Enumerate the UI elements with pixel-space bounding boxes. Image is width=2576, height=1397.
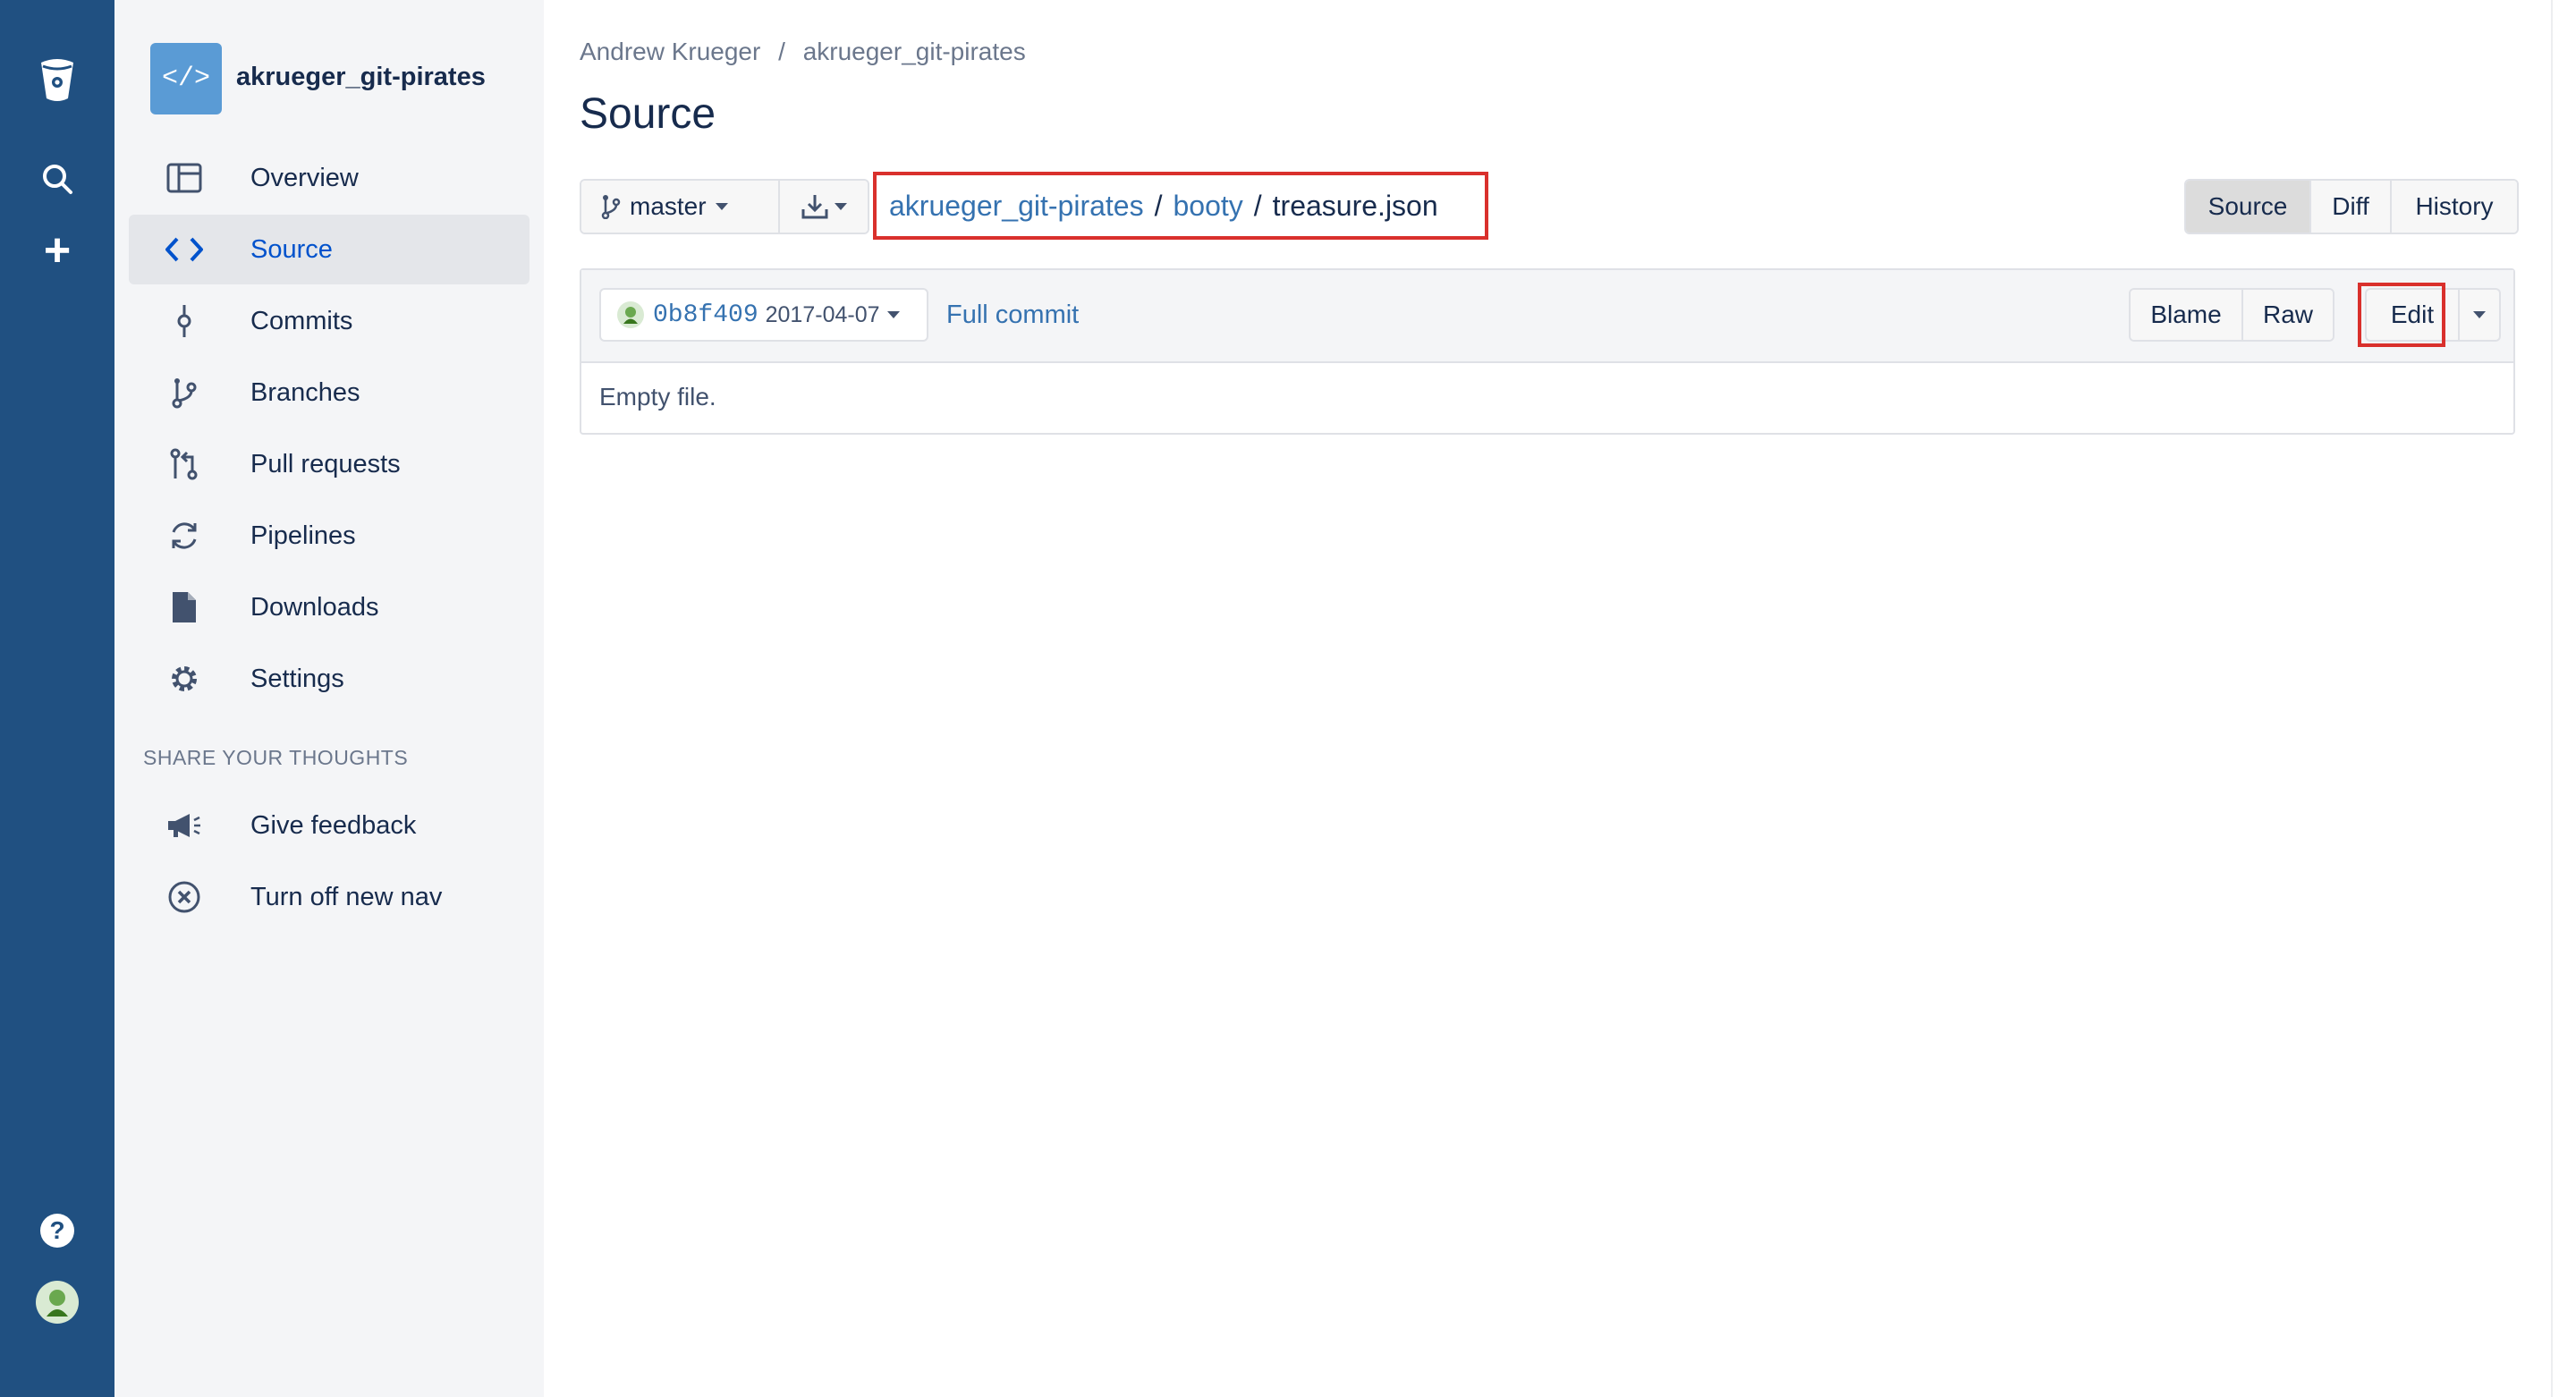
help-glyph: ? bbox=[49, 1216, 65, 1244]
main-content: Andrew Krueger / akrueger_git-pirates So… bbox=[544, 0, 2576, 1397]
breadcrumb-repo[interactable]: akrueger_git-pirates bbox=[803, 38, 1026, 65]
chevron-down-icon bbox=[2473, 311, 2486, 318]
user-avatar-icon[interactable] bbox=[30, 1275, 84, 1329]
tab-diff[interactable]: Diff bbox=[2311, 181, 2392, 233]
page-title: Source bbox=[580, 90, 716, 138]
bitbucket-logo-icon[interactable] bbox=[30, 54, 84, 107]
breadcrumb-owner[interactable]: Andrew Krueger bbox=[580, 38, 760, 65]
edit-options-dropdown[interactable] bbox=[2460, 288, 2501, 342]
breadcrumb-separator: / bbox=[778, 38, 785, 65]
file-actions-group: Blame Raw bbox=[2129, 288, 2334, 342]
sidebar-item-label: Pull requests bbox=[250, 449, 401, 478]
path-separator: / bbox=[1154, 189, 1163, 222]
pipelines-icon bbox=[165, 516, 204, 555]
branch-icon bbox=[601, 194, 621, 219]
source-code-icon bbox=[165, 230, 204, 269]
sidebar-item-pull-requests[interactable]: Pull requests bbox=[129, 429, 530, 499]
create-plus-icon[interactable]: + bbox=[30, 224, 84, 277]
author-avatar bbox=[617, 301, 644, 328]
commit-selector[interactable]: 0b8f409 2017-04-07 bbox=[599, 288, 928, 342]
sidebar-item-label: Settings bbox=[250, 664, 344, 693]
sidebar-item-overview[interactable]: Overview bbox=[129, 143, 530, 213]
breadcrumb: Andrew Krueger / akrueger_git-pirates bbox=[580, 38, 1037, 66]
sidebar-item-label: Source bbox=[250, 234, 333, 264]
plus-glyph: + bbox=[43, 224, 72, 276]
sidebar-item-label: Downloads bbox=[250, 592, 379, 622]
raw-button[interactable]: Raw bbox=[2243, 290, 2333, 340]
sidebar-item-label: Overview bbox=[250, 163, 359, 192]
sidebar-item-label: Give feedback bbox=[250, 810, 417, 840]
section-header: SHARE YOUR THOUGHTS bbox=[143, 746, 409, 769]
view-mode-toggle: Source Diff History bbox=[2184, 179, 2519, 234]
branch-label: master bbox=[630, 192, 707, 220]
gear-icon bbox=[165, 659, 204, 698]
commit-date: 2017-04-07 bbox=[765, 301, 880, 327]
sidebar-item-source[interactable]: Source bbox=[129, 215, 530, 284]
file-content-message: Empty file. bbox=[599, 383, 716, 411]
repo-name[interactable]: akrueger_git-pirates bbox=[236, 63, 486, 92]
blame-button[interactable]: Blame bbox=[2131, 290, 2243, 340]
branch-toolbar: master bbox=[580, 179, 869, 234]
sidebar-item-branches[interactable]: Branches bbox=[129, 358, 530, 428]
chevron-down-icon bbox=[715, 203, 728, 210]
file-panel-header: 0b8f409 2017-04-07 Full commit Blame Raw… bbox=[581, 270, 2513, 363]
search-icon[interactable] bbox=[30, 152, 84, 206]
file-path-breadcrumb: akrueger_git-pirates / booty / treasure.… bbox=[873, 172, 1488, 240]
pull-request-icon bbox=[165, 444, 204, 484]
chevron-down-icon bbox=[886, 311, 900, 318]
tab-source[interactable]: Source bbox=[2186, 181, 2311, 233]
sidebar-item-commits[interactable]: Commits bbox=[129, 286, 530, 356]
edit-highlight bbox=[2358, 283, 2445, 347]
path-separator: / bbox=[1253, 189, 1262, 222]
file-panel: 0b8f409 2017-04-07 Full commit Blame Raw… bbox=[580, 268, 2515, 435]
sidebar-item-turn-off-new-nav[interactable]: Turn off new nav bbox=[129, 862, 530, 932]
commit-hash: 0b8f409 bbox=[653, 301, 758, 329]
branch-icon bbox=[165, 373, 204, 412]
megaphone-icon bbox=[165, 806, 204, 845]
sidebar-item-settings[interactable]: Settings bbox=[129, 644, 530, 714]
tab-history[interactable]: History bbox=[2392, 181, 2517, 233]
full-commit-link[interactable]: Full commit bbox=[946, 301, 1079, 330]
sidebar-item-label: Turn off new nav bbox=[250, 882, 443, 911]
path-segment-repo[interactable]: akrueger_git-pirates bbox=[889, 190, 1144, 223]
overview-icon bbox=[165, 158, 204, 198]
repo-avatar[interactable]: </> bbox=[150, 43, 222, 114]
commit-icon bbox=[165, 301, 204, 341]
project-sidebar: </> akrueger_git-pirates Overview Source… bbox=[114, 0, 544, 1397]
global-nav-bar: + ? bbox=[0, 0, 114, 1397]
download-button[interactable] bbox=[780, 181, 868, 233]
sidebar-item-downloads[interactable]: Downloads bbox=[129, 572, 530, 642]
branch-selector[interactable]: master bbox=[581, 181, 780, 233]
sidebar-item-give-feedback[interactable]: Give feedback bbox=[129, 791, 530, 860]
close-circle-icon bbox=[165, 877, 204, 917]
sidebar-item-label: Commits bbox=[250, 306, 353, 335]
help-icon[interactable]: ? bbox=[30, 1204, 84, 1257]
sidebar-item-label: Branches bbox=[250, 377, 360, 407]
window-scroll-edge bbox=[2551, 0, 2576, 1397]
repo-avatar-glyph: </> bbox=[161, 64, 210, 94]
sidebar-item-pipelines[interactable]: Pipelines bbox=[129, 501, 530, 571]
downloads-icon bbox=[165, 588, 204, 627]
path-segment-folder[interactable]: booty bbox=[1173, 190, 1242, 223]
sidebar-item-label: Pipelines bbox=[250, 521, 356, 550]
chevron-down-icon bbox=[835, 203, 847, 210]
download-icon bbox=[801, 193, 829, 220]
path-current-file: treasure.json bbox=[1272, 189, 1438, 222]
